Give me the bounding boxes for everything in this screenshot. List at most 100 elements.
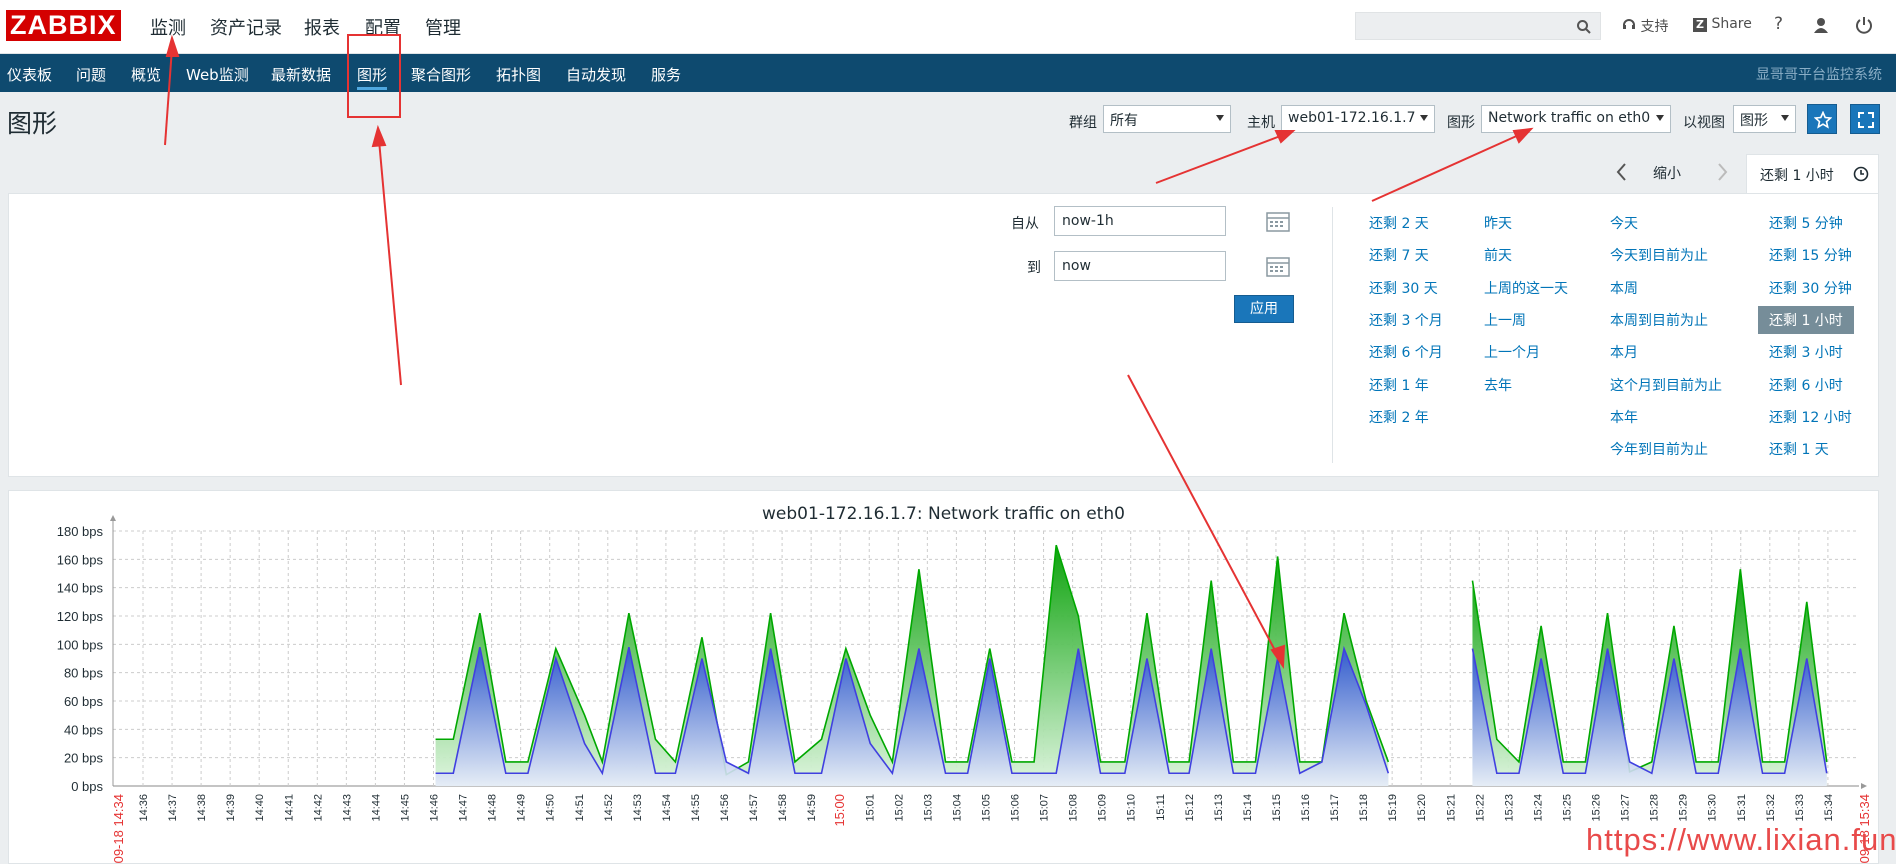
graph-label: 图形 [1447,115,1475,131]
quick-range-link[interactable]: 今天到目前为止 [1610,245,1708,265]
quick-range-link[interactable]: 还剩 1 小时 [1758,305,1854,334]
quick-range-link[interactable]: 还剩 12 小时 [1769,407,1852,427]
y-tick-label: 80 bps [64,666,104,681]
nav-overview[interactable]: 概览 [131,64,161,85]
quick-range-link[interactable]: 去年 [1484,375,1512,395]
nav-discovery[interactable]: 自动发现 [566,64,626,85]
share-link[interactable]: Z Share [1693,16,1752,32]
host-label: 主机 [1247,115,1275,131]
search-input[interactable] [1355,12,1601,40]
chevron-left-icon[interactable] [1615,162,1629,182]
quick-range-link[interactable]: 本年 [1610,407,1638,427]
nav-maps[interactable]: 拓扑图 [496,64,541,85]
group-select[interactable]: 所有 [1103,105,1231,133]
x-tick-label: 14:51 [574,794,586,822]
y-tick-label: 40 bps [64,722,104,737]
x-tick-label: 14:58 [777,794,789,822]
quick-range-link[interactable]: 今年到目前为止 [1610,439,1708,459]
x-tick-label: 15:27 [1620,794,1632,822]
apply-button[interactable]: 应用 [1234,295,1294,323]
host-select[interactable]: web01-172.16.1.7 [1281,105,1435,133]
quick-range-link[interactable]: 上一个月 [1484,342,1540,362]
quick-range-link[interactable]: 还剩 2 年 [1369,407,1429,427]
host-value: web01-172.16.1.7 [1288,110,1416,126]
page-header: 图形 群组 所有 主机 web01-172.16.1.7 图形 Network … [0,92,1896,146]
quick-range-link[interactable]: 还剩 3 小时 [1769,342,1843,362]
to-input[interactable]: now [1054,251,1226,281]
x-tick-label: 14:47 [458,794,470,822]
nav-dashboard[interactable]: 仪表板 [7,64,52,85]
x-tick-label: 14:49 [516,794,528,822]
x-tick-label: 14:41 [283,794,295,822]
add-favourite-button[interactable] [1807,104,1837,134]
divider [1332,207,1333,463]
quick-range-link[interactable]: 还剩 6 小时 [1769,375,1843,395]
fullscreen-button[interactable] [1850,104,1880,134]
nav-web-monitoring[interactable]: Web监测 [186,64,249,85]
help-icon[interactable]: ? [1774,14,1783,34]
to-label: 到 [1027,260,1041,276]
quick-range-link[interactable]: 上周的这一天 [1484,278,1568,298]
menu-administration[interactable]: 管理 [425,14,461,40]
nav-problems[interactable]: 问题 [76,64,106,85]
x-tick-label: 14:56 [719,794,731,822]
page-title: 图形 [7,109,58,138]
time-range-tab[interactable]: 还剩 1 小时 [1746,154,1879,193]
zabbix-logo[interactable]: ZABBIX [6,10,121,41]
quick-range-link[interactable]: 还剩 1 天 [1769,439,1829,459]
quick-range-link[interactable]: 前天 [1484,245,1512,265]
power-icon [1856,17,1872,34]
nav-latest-data[interactable]: 最新数据 [271,64,331,85]
chevron-right-icon[interactable] [1715,162,1729,182]
from-input[interactable]: now-1h [1054,206,1226,236]
x-tick-label: 14:59 [806,794,818,822]
y-tick-label: 140 bps [57,581,104,596]
calendar-icon[interactable] [1266,255,1290,277]
quick-range-link[interactable]: 今天 [1610,213,1638,233]
quick-range-link[interactable]: 还剩 6 个月 [1369,342,1443,362]
quick-range-link[interactable]: 昨天 [1484,213,1512,233]
quick-range-link[interactable]: 这个月到目前为止 [1610,375,1722,395]
x-tick-label: 14:52 [603,794,615,822]
quick-range-link[interactable]: 本周到目前为止 [1610,310,1708,330]
graph-select[interactable]: Network traffic on eth0 [1481,105,1671,133]
menu-inventory[interactable]: 资产记录 [210,14,282,40]
quick-range-link[interactable]: 还剩 7 天 [1369,245,1429,265]
x-tick-label: 15:32 [1765,794,1777,822]
quick-range-link[interactable]: 还剩 3 个月 [1369,310,1443,330]
x-tick-label: 15:08 [1068,794,1080,822]
search-icon [1577,20,1591,34]
nav-graphs[interactable]: 图形 [357,64,388,90]
x-tick-label: 14:48 [487,794,499,822]
x-tick-label: 15:21 [1445,794,1457,822]
quick-range-link[interactable]: 还剩 30 分钟 [1769,278,1852,298]
quick-range-link[interactable]: 还剩 1 年 [1369,375,1429,395]
calendar-icon[interactable] [1266,210,1290,232]
quick-range-link[interactable]: 还剩 5 分钟 [1769,213,1843,233]
zoom-out-button[interactable]: 缩小 [1653,163,1681,183]
quick-range-link[interactable]: 本月 [1610,342,1638,362]
x-tick-label: 15:18 [1358,794,1370,822]
view-value: 图形 [1740,113,1768,129]
view-select[interactable]: 图形 [1733,105,1796,133]
menu-monitoring[interactable]: 监测 [150,14,186,40]
user-profile-button[interactable] [1812,16,1830,38]
x-tick-label: 15:19 [1387,794,1399,822]
menu-reports[interactable]: 报表 [304,14,340,40]
quick-range-link[interactable]: 还剩 15 分钟 [1769,245,1852,265]
headset-icon [1623,19,1635,29]
x-tick-label: 15:03 [922,794,934,822]
x-tick-label: 15:33 [1794,794,1806,822]
quick-range-link[interactable]: 本周 [1610,278,1638,298]
nav-services[interactable]: 服务 [651,64,681,85]
quick-range-link[interactable]: 上一周 [1484,310,1526,330]
x-tick-label: 15:05 [980,794,992,822]
quick-range-link[interactable]: 还剩 30 天 [1369,278,1438,298]
x-tick-label: 15:01 [864,794,876,822]
menu-configuration[interactable]: 配置 [365,14,401,40]
support-link[interactable]: 支持 [1622,16,1668,36]
nav-screens[interactable]: 聚合图形 [411,64,471,85]
sign-out-button[interactable] [1855,16,1873,38]
quick-range-link[interactable]: 还剩 2 天 [1369,213,1429,233]
y-tick-label: 180 bps [57,524,104,539]
